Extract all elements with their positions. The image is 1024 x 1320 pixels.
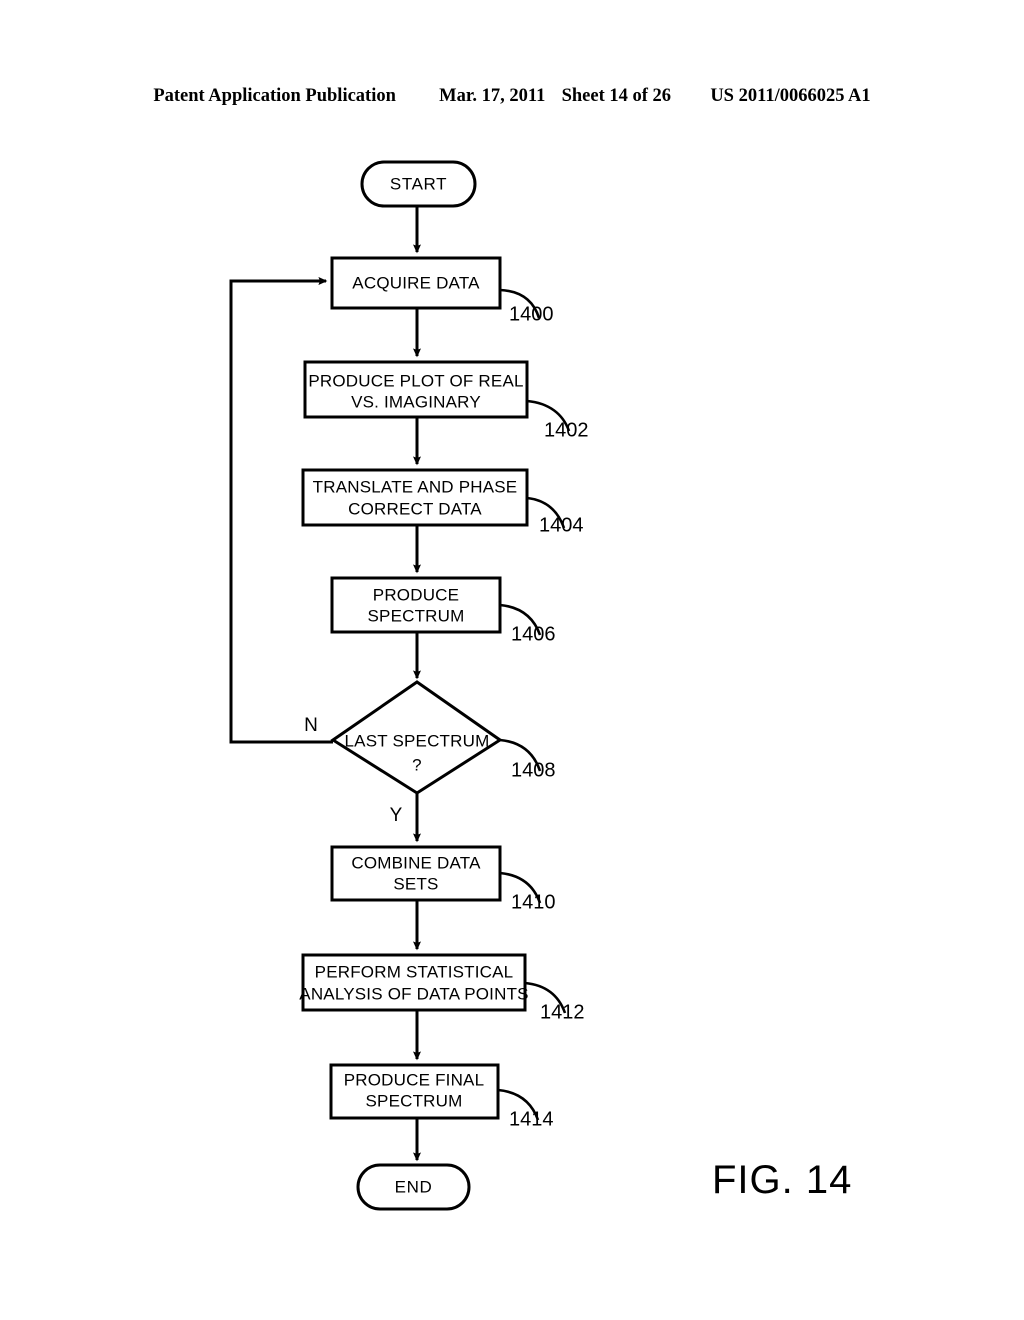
process-label-produce-plot-line2: VS. IMAGINARY <box>351 392 481 411</box>
process-label-acquire-data: ACQUIRE DATA <box>352 273 480 292</box>
start-terminator-label: START <box>390 174 447 193</box>
end-terminator-label: END <box>395 1177 433 1196</box>
process-label-produce-plot-line1: PRODUCE PLOT OF REAL <box>308 371 523 390</box>
reference-numeral-1406: 1406 <box>511 623 556 645</box>
decision-label-line2: ? <box>412 755 422 774</box>
reference-numeral-1414: 1414 <box>509 1108 554 1130</box>
process-label-final-spectrum-line1: PRODUCE FINAL <box>344 1070 485 1089</box>
branch-label-no: N <box>304 715 318 736</box>
process-label-combine-line2: SETS <box>393 874 438 893</box>
reference-numeral-1408: 1408 <box>511 759 556 781</box>
reference-numeral-1404: 1404 <box>539 514 584 536</box>
process-label-produce-spectrum-line1: PRODUCE <box>373 585 459 604</box>
reference-numeral-1412: 1412 <box>540 1001 585 1023</box>
reference-numeral-1410: 1410 <box>511 891 556 913</box>
reference-numeral-1400: 1400 <box>509 303 554 325</box>
process-label-analysis-line2: ANALYSIS OF DATA POINTS <box>299 984 528 1003</box>
figure-label: FIG. 14 <box>712 1158 853 1202</box>
process-label-final-spectrum-line2: SPECTRUM <box>366 1091 463 1110</box>
process-label-translate-line2: CORRECT DATA <box>348 499 482 518</box>
process-label-produce-spectrum-line2: SPECTRUM <box>368 606 465 625</box>
process-label-translate-line1: TRANSLATE AND PHASE <box>313 477 518 496</box>
process-label-analysis-line1: PERFORM STATISTICAL <box>315 962 514 981</box>
reference-numeral-1402: 1402 <box>544 419 589 441</box>
branch-label-yes: Y <box>390 805 403 826</box>
flowchart-diagram: START ACQUIRE DATA 1400 PRODUCE PLOT OF … <box>229 160 589 1211</box>
process-label-combine-line1: COMBINE DATA <box>351 853 481 872</box>
patent-drawing-page: Patent Application Publication Mar. 17, … <box>0 0 1024 1320</box>
decision-label-line1: LAST SPECTRUM <box>345 731 490 750</box>
